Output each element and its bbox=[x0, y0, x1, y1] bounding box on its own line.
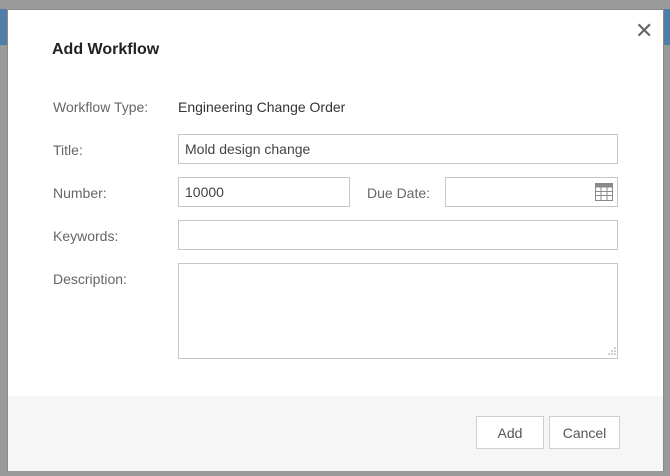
dialog-footer: Add Cancel bbox=[8, 396, 663, 471]
keywords-label: Keywords: bbox=[53, 228, 119, 244]
description-label: Description: bbox=[53, 271, 127, 287]
calendar-icon[interactable] bbox=[595, 183, 613, 201]
keywords-field[interactable] bbox=[178, 220, 618, 250]
cancel-button[interactable]: Cancel bbox=[549, 416, 620, 449]
number-field[interactable] bbox=[178, 177, 350, 207]
description-wrapper bbox=[178, 263, 618, 359]
workflow-type-value: Engineering Change Order bbox=[178, 99, 346, 115]
dialog-title: Add Workflow bbox=[52, 41, 160, 58]
add-workflow-dialog: Add Workflow ✕ Workflow Type: Engineerin… bbox=[7, 9, 664, 471]
description-field[interactable] bbox=[178, 263, 618, 359]
due-date-field[interactable] bbox=[445, 177, 618, 207]
close-icon[interactable]: ✕ bbox=[635, 20, 653, 42]
resize-handle-icon[interactable] bbox=[606, 347, 616, 357]
workflow-type-label: Workflow Type: bbox=[53, 99, 149, 115]
background-header-right bbox=[663, 9, 670, 45]
title-field[interactable] bbox=[178, 134, 618, 164]
add-button[interactable]: Add bbox=[476, 416, 544, 449]
background-header-left bbox=[0, 9, 7, 45]
number-label: Number: bbox=[53, 185, 107, 201]
due-date-label: Due Date: bbox=[367, 185, 431, 201]
title-label: Title: bbox=[53, 142, 83, 158]
